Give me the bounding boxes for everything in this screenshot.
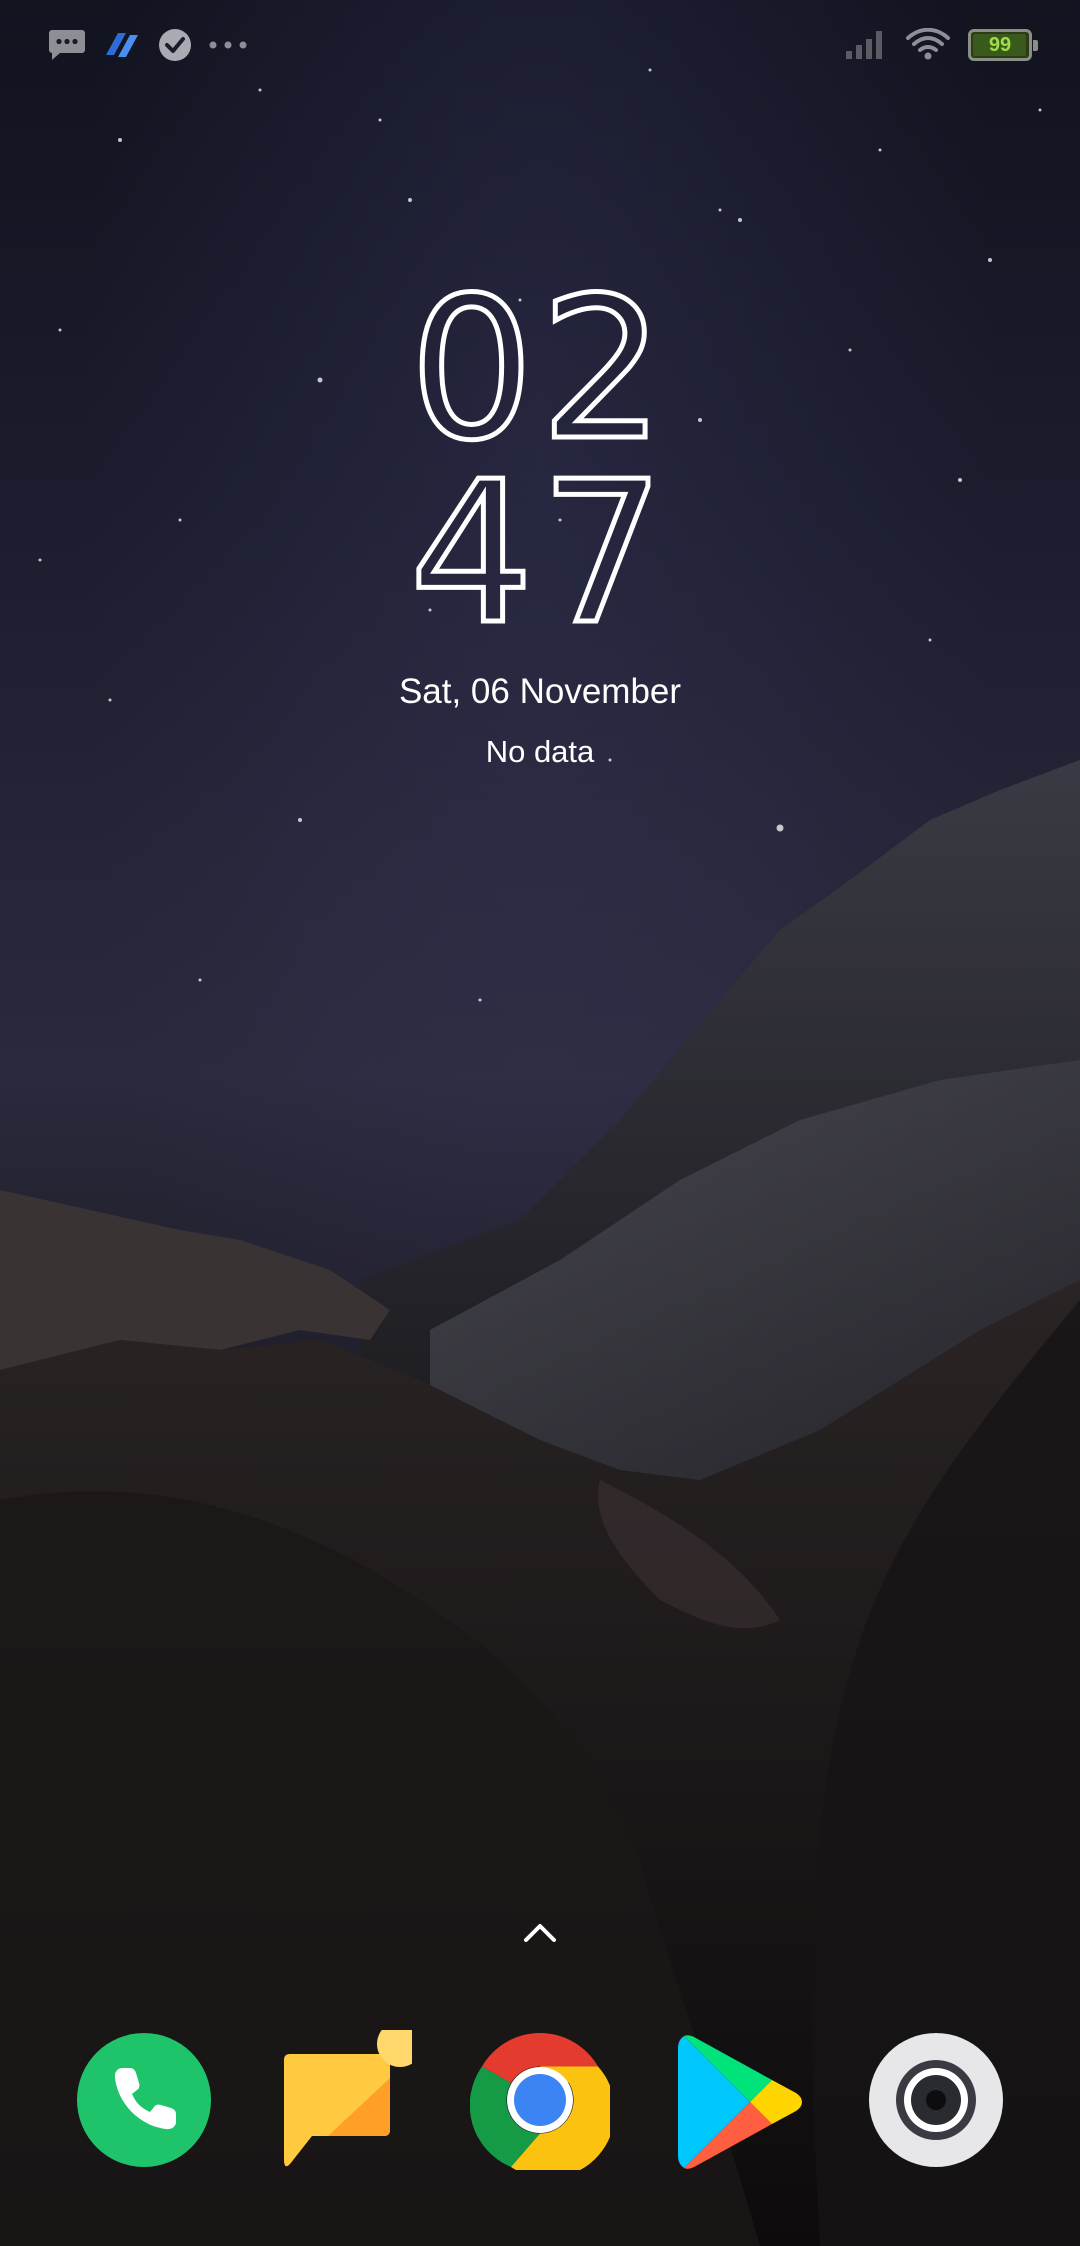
app-dock — [0, 2030, 1080, 2170]
play-store-icon[interactable] — [668, 2030, 808, 2170]
signal-icon — [846, 31, 882, 59]
lock-screen: 99 02 47 Sat, 06 November No data — [0, 0, 1080, 2246]
status-bar: 99 — [0, 0, 1080, 92]
chrome-icon[interactable] — [470, 2030, 610, 2170]
clock-hours: 02 — [407, 256, 671, 484]
wifi-icon — [906, 28, 950, 60]
check-circle-icon — [159, 29, 191, 61]
more-dots-icon — [209, 41, 247, 49]
lock-subinfo: No data — [485, 734, 595, 769]
clock-minutes: 47 — [407, 440, 671, 668]
message-icon — [49, 30, 85, 60]
chevron-up-icon[interactable] — [522, 1920, 558, 1944]
phone-icon[interactable] — [74, 2030, 214, 2170]
notes-icon[interactable] — [272, 2030, 412, 2170]
lock-clock: 02 47 — [0, 256, 1080, 668]
battery-level: 99 — [988, 34, 1012, 56]
app-logo-icon — [106, 33, 138, 57]
status-left-icons — [48, 28, 248, 62]
battery-icon: 99 — [968, 29, 1038, 61]
status-right-icons: 99 — [844, 28, 1038, 62]
lock-date: Sat, 06 November — [398, 672, 682, 711]
camera-icon[interactable] — [866, 2030, 1006, 2170]
